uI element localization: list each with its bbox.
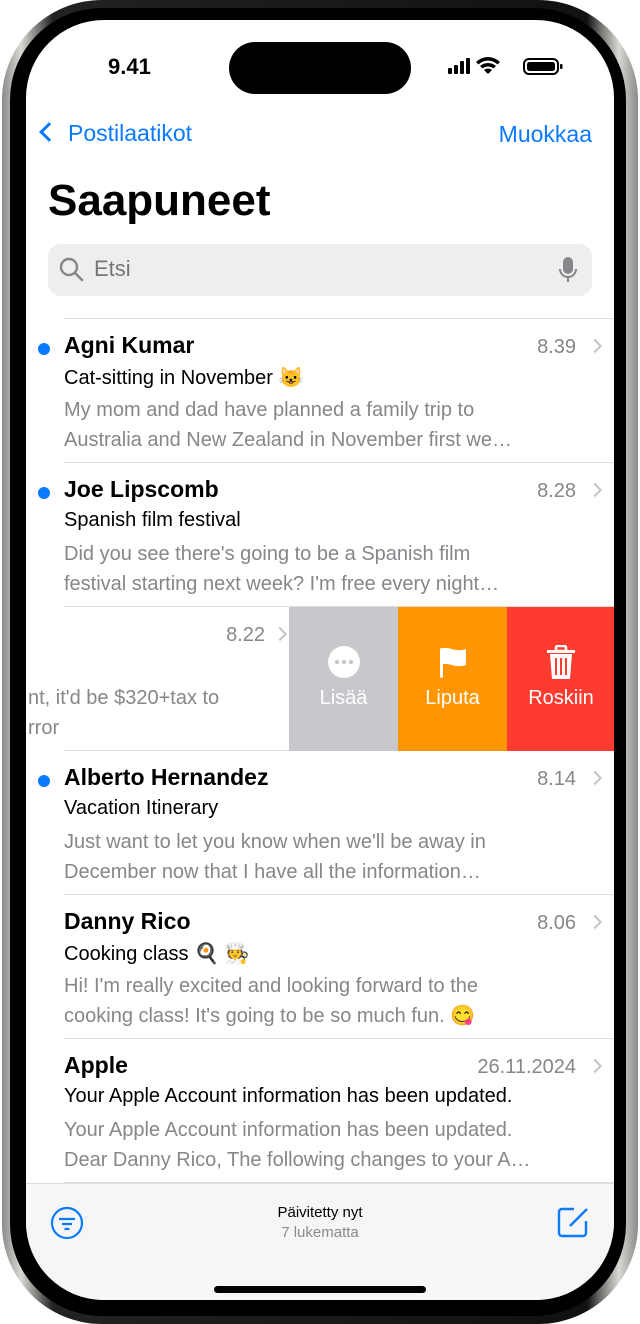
status-icons	[446, 56, 566, 76]
search-icon	[59, 257, 84, 282]
message-subject: Cat-sitting in November 😺	[64, 367, 304, 389]
message-preview: Did you see there's going to be a Spanis…	[64, 539, 560, 599]
edit-button[interactable]: Muokkaa	[499, 121, 592, 148]
swipe-action-label: Lisää	[319, 687, 368, 709]
message-row[interactable]: Alberto Hernandez 8.14 Vacation Itinerar…	[26, 751, 614, 895]
search-field[interactable]	[48, 244, 592, 296]
message-subject: Spanish film festival	[64, 509, 241, 531]
message-time: 8.28	[537, 480, 576, 502]
home-indicator	[214, 1286, 426, 1293]
preview-line: Dear Danny Rico, The following changes t…	[64, 1149, 531, 1171]
signal-wifi-battery-icon	[448, 57, 563, 75]
preview-line: Just want to let you know when we'll be …	[64, 831, 486, 853]
unread-dot	[38, 775, 50, 787]
chevron-right-icon	[587, 770, 603, 786]
message-time: 8.06	[537, 912, 576, 934]
message-sender: Danny Rico	[64, 908, 191, 934]
swipe-action-label: Liputa	[425, 687, 480, 709]
message-subject: Your Apple Account information has been …	[64, 1085, 513, 1107]
back-label: Postilaatikot	[68, 120, 193, 146]
search-input[interactable]	[94, 256, 514, 282]
preview-line: Hi! I'm really excited and looking forwa…	[64, 975, 479, 997]
compose-icon[interactable]	[556, 1204, 592, 1240]
preview-line: Your Apple Account information has been …	[64, 1119, 513, 1141]
message-sender: Joe Lipscomb	[64, 476, 219, 502]
message-row[interactable]: Agni Kumar 8.39 Cat-sitting in November …	[26, 319, 614, 463]
swipe-action-label: Roskiin	[528, 687, 594, 709]
message-time: 8.39	[537, 336, 576, 358]
message-preview: nt, it'd be $320+tax to rror	[28, 683, 289, 743]
swipe-action-liputa[interactable]: Liputa	[398, 607, 507, 751]
preview-line: My mom and dad have planned a family tri…	[64, 399, 475, 421]
message-row[interactable]: Apple 26.11.2024 Your Apple Account info…	[26, 1039, 614, 1183]
message-subject: Vacation Itinerary	[64, 797, 219, 819]
message-sender: Apple	[64, 1052, 128, 1078]
message-row[interactable]: Danny Rico 8.06 Cooking class 🍳 🧑‍🍳 Hi! …	[26, 895, 614, 1039]
swiped-message-content[interactable]: 8.22 nt, it'd be $320+tax to rror	[26, 607, 289, 751]
message-preview: Just want to let you know when we'll be …	[64, 827, 560, 887]
chevron-left-icon	[39, 122, 59, 142]
preview-line: rror	[28, 717, 60, 739]
unread-dot	[38, 343, 50, 355]
message-row[interactable]: 8.22 nt, it'd be $320+tax to rror Lisää L…	[26, 607, 614, 751]
message-time: 8.22	[226, 624, 265, 646]
message-time: 26.11.2024	[477, 1056, 576, 1078]
message-subject: Cooking class 🍳 🧑‍🍳	[64, 943, 250, 965]
preview-line: nt, it'd be $320+tax to	[28, 687, 220, 709]
message-preview: My mom and dad have planned a family tri…	[64, 395, 560, 455]
ellipsis-circle-icon	[289, 645, 398, 685]
unread-count: 7 lukematta	[281, 1224, 359, 1241]
bottom-toolbar: Päivitetty nyt 7 lukematta	[26, 1183, 614, 1300]
message-sender: Alberto Hernandez	[64, 764, 269, 790]
preview-line: festival starting next week? I'm free ev…	[64, 573, 500, 595]
microphone-icon[interactable]	[558, 256, 578, 286]
message-sender: Agni Kumar	[64, 332, 195, 358]
chevron-right-icon	[587, 1058, 603, 1074]
message-row[interactable]: Joe Lipscomb 8.28 Spanish film festival …	[26, 463, 614, 607]
update-status: Päivitetty nyt	[277, 1204, 363, 1221]
unread-dot	[38, 487, 50, 499]
flag-icon	[398, 645, 507, 685]
message-preview: Hi! I'm really excited and looking forwa…	[64, 971, 560, 1031]
chevron-right-icon	[587, 338, 603, 354]
preview-line: December now that I have all the informa…	[64, 861, 481, 883]
status-time: 9.41	[108, 54, 151, 79]
screen: 9.41 Postilaatikot Muokkaa Saapuneet Agn…	[26, 20, 614, 1300]
swipe-action-roskiin[interactable]: Roskiin	[507, 607, 614, 751]
chevron-right-icon	[587, 914, 603, 930]
chevron-right-icon	[272, 626, 288, 642]
preview-line: Australia and New Zealand in November fi…	[64, 429, 512, 451]
dynamic-island	[229, 42, 411, 94]
trash-icon	[507, 644, 614, 687]
back-button[interactable]: Postilaatikot	[38, 120, 192, 147]
preview-line: cooking class! It's going to be so much …	[64, 1005, 476, 1027]
page-title: Saapuneet	[48, 176, 271, 225]
swipe-action-lisää[interactable]: Lisää	[289, 607, 398, 751]
chevron-right-icon	[587, 482, 603, 498]
preview-line: Did you see there's going to be a Spanis…	[64, 543, 471, 565]
message-preview: Your Apple Account information has been …	[64, 1115, 560, 1175]
message-time: 8.14	[537, 768, 576, 790]
